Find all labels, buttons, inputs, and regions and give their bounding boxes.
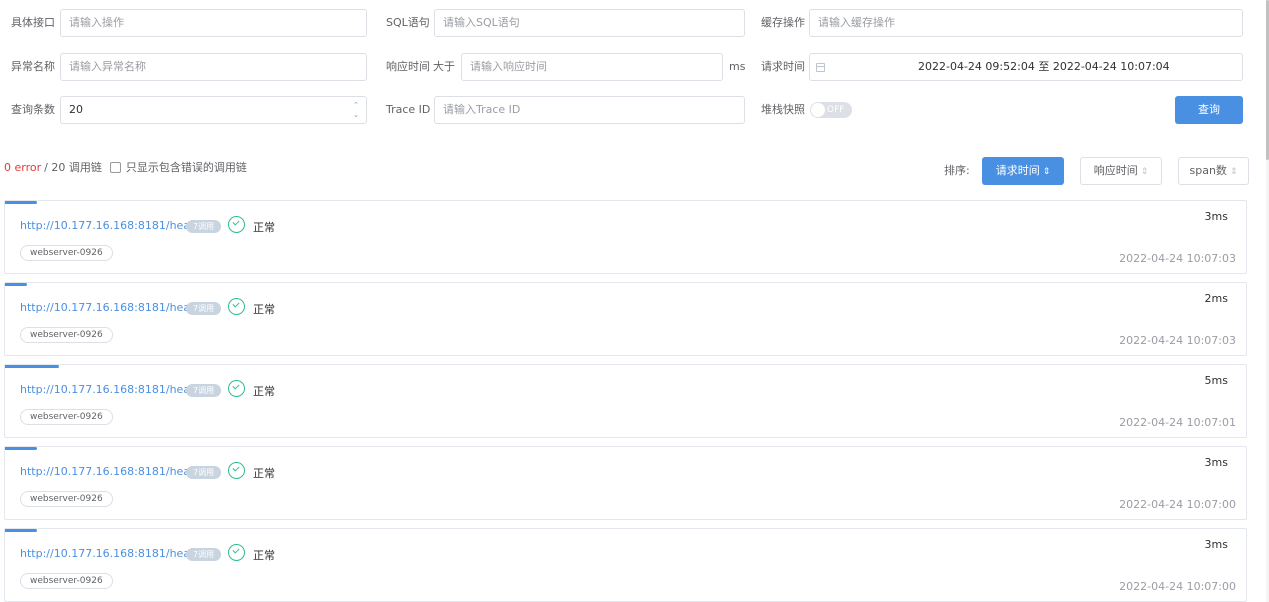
sql-input[interactable]: 请输入SQL语句 [434, 9, 745, 37]
trace-card[interactable]: http://10.177.16.168:8181/health 7调用 正常 … [4, 364, 1247, 438]
request-time-range[interactable]: 2022-04-24 09:52:04 至 2022-04-24 10:07:0… [809, 53, 1243, 81]
request-time-label: 请求时间 [761, 60, 805, 73]
check-circle-icon [228, 544, 245, 561]
sort-response-time-button[interactable]: 响应时间 ⇕ [1080, 157, 1162, 185]
sort-icon: ⇕ [1229, 167, 1238, 177]
duration-bar [5, 283, 27, 286]
sort-label: 排序: [944, 164, 970, 177]
call-count-badge: 7调用 [186, 220, 222, 233]
only-errors-checkbox[interactable] [109, 161, 121, 173]
exception-label: 异常名称 [11, 60, 55, 73]
timestamp-text: 2022-04-24 10:07:00 [1119, 580, 1236, 593]
only-errors-label[interactable]: 只显示包含错误的调用链 [126, 159, 247, 175]
duration-text: 3ms [1204, 210, 1228, 223]
call-count-badge: 7调用 [186, 466, 222, 479]
status-text: 正常 [253, 467, 275, 480]
sort-request-time-label: 请求时间 [995, 164, 1040, 177]
trace-card[interactable]: http://10.177.16.168:8181/health 7调用 正常 … [4, 446, 1247, 520]
status-text: 正常 [253, 221, 275, 234]
interface-input[interactable]: 请输入操作 [60, 9, 367, 37]
cache-label: 缓存操作 [761, 16, 805, 29]
sort-response-time-label: 响应时间 [1093, 164, 1138, 177]
trace-card[interactable]: http://10.177.16.168:8181/health 7调用 正常 … [4, 528, 1247, 602]
response-label: 响应时间 [386, 60, 430, 73]
duration-bar [5, 201, 37, 204]
response-gt-label: 大于 [433, 60, 455, 73]
duration-text: 3ms [1204, 456, 1228, 469]
response-time-input[interactable]: 请输入响应时间 [461, 53, 723, 81]
sort-icon: ⇕ [1042, 167, 1051, 177]
count-value: 20 [69, 103, 83, 116]
exception-input[interactable]: 请输入异常名称 [60, 53, 367, 81]
status-text: 正常 [253, 385, 275, 398]
sort-icon: ⇕ [1140, 167, 1149, 177]
query-button[interactable]: 查询 [1175, 96, 1243, 124]
server-tag: webserver-0926 [20, 573, 113, 589]
server-tag: webserver-0926 [20, 327, 113, 343]
status-text: 正常 [253, 549, 275, 562]
trace-card[interactable]: http://10.177.16.168:8181/health 7调用 正常 … [4, 282, 1247, 356]
timestamp-text: 2022-04-24 10:07:03 [1119, 334, 1236, 347]
check-circle-icon [228, 462, 245, 479]
sort-request-time-button[interactable]: 请求时间 ⇕ [982, 157, 1064, 185]
error-count: 0 error [4, 160, 42, 174]
server-tag: webserver-0926 [20, 409, 113, 425]
call-count-badge: 7调用 [186, 302, 222, 315]
sort-span-count-button[interactable]: span数 ⇕ [1178, 157, 1249, 185]
timestamp-text: 2022-04-24 10:07:03 [1119, 252, 1236, 265]
trace-url-link[interactable]: http://10.177.16.168:8181/health [20, 301, 204, 314]
check-circle-icon [228, 380, 245, 397]
switch-knob [811, 103, 825, 117]
trace-card[interactable]: http://10.177.16.168:8181/health 7调用 正常 … [4, 200, 1247, 274]
stack-label: 堆栈快照 [761, 103, 805, 116]
sql-label: SQL语句 [386, 16, 430, 29]
check-circle-icon [228, 216, 245, 233]
stepper-arrows-icon[interactable]: ⌃ ⌄ [352, 100, 360, 120]
switch-text: OFF [827, 105, 845, 115]
server-tag: webserver-0926 [20, 491, 113, 507]
duration-text: 5ms [1204, 374, 1228, 387]
timestamp-text: 2022-04-24 10:07:01 [1119, 416, 1236, 429]
server-tag: webserver-0926 [20, 245, 113, 261]
interface-label: 具体接口 [11, 16, 55, 29]
duration-bar [5, 447, 37, 450]
call-count-badge: 7调用 [186, 384, 222, 397]
count-label: 查询条数 [11, 103, 55, 116]
cache-input[interactable]: 请输入缓存操作 [809, 9, 1243, 37]
trace-url-link[interactable]: http://10.177.16.168:8181/health [20, 547, 204, 560]
call-count-badge: 7调用 [186, 548, 222, 561]
duration-text: 3ms [1204, 538, 1228, 551]
request-time-value: 2022-04-24 09:52:04 至 2022-04-24 10:07:0… [918, 60, 1170, 73]
duration-text: 2ms [1204, 292, 1228, 305]
status-text: 正常 [253, 303, 275, 316]
duration-bar [5, 529, 37, 532]
check-circle-icon [228, 298, 245, 315]
calendar-icon [816, 63, 825, 72]
trace-id-input[interactable]: 请输入Trace ID [434, 96, 745, 124]
trace-label: Trace ID [386, 103, 431, 116]
stack-snapshot-switch[interactable]: OFF [810, 102, 852, 118]
count-stepper[interactable]: 20 ⌃ ⌄ [60, 96, 367, 124]
trace-url-link[interactable]: http://10.177.16.168:8181/health [20, 219, 204, 232]
trace-url-link[interactable]: http://10.177.16.168:8181/health [20, 465, 204, 478]
trace-url-link[interactable]: http://10.177.16.168:8181/health [20, 383, 204, 396]
duration-bar [5, 365, 59, 368]
sort-span-count-label: span数 [1189, 164, 1227, 177]
total-count: / 20 调用链 [44, 161, 102, 174]
trace-summary: 0 error / 20 调用链 只显示包含错误的调用链 [4, 159, 247, 175]
response-unit: ms [729, 60, 746, 73]
timestamp-text: 2022-04-24 10:07:00 [1119, 498, 1236, 511]
